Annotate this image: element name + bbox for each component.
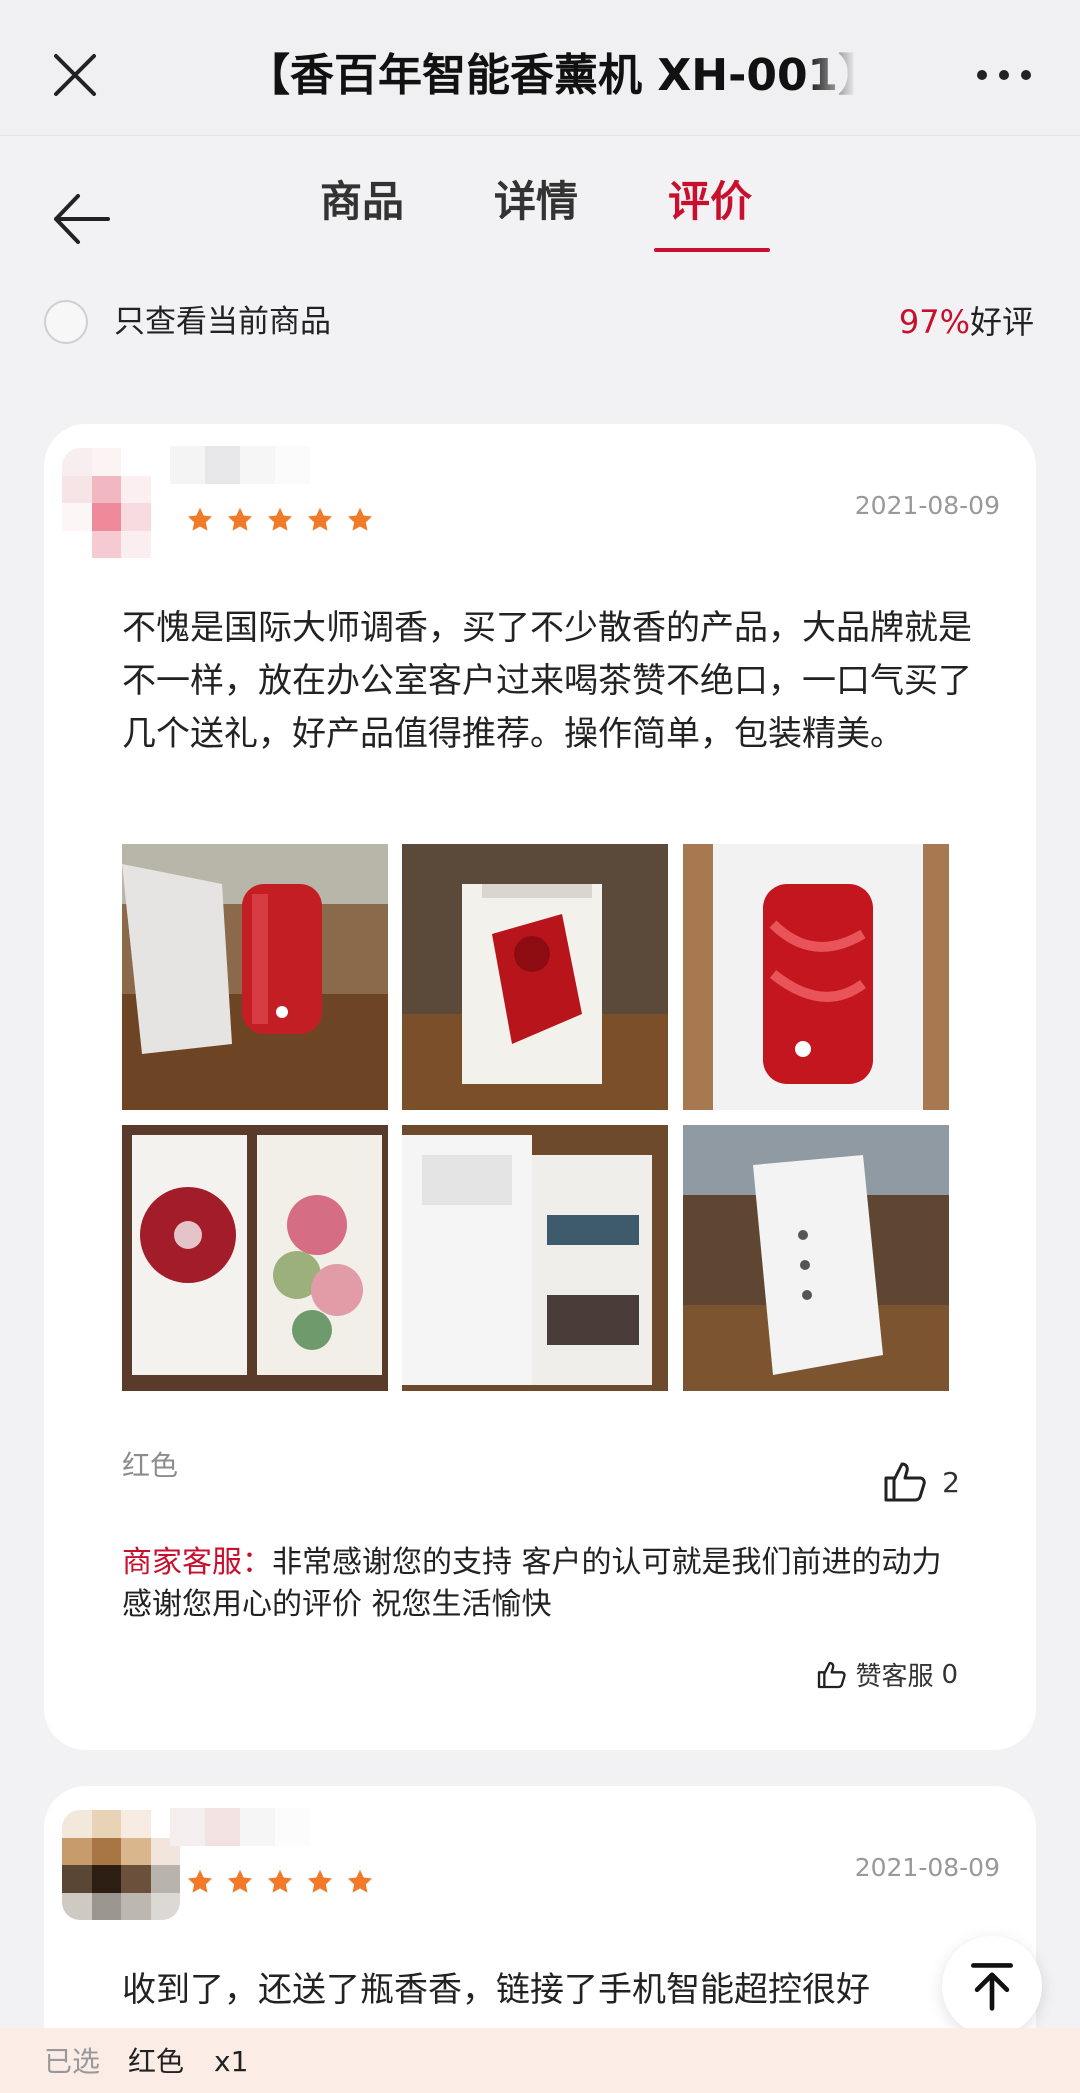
tab-bar: 商品 详情 评价	[0, 136, 1080, 266]
star-icon	[307, 1869, 333, 1893]
review-photo[interactable]	[402, 844, 668, 1110]
close-icon	[54, 54, 96, 96]
selection-quantity: x1	[214, 2045, 249, 2078]
page-title: 【香百年智能香薰机 XH-001】	[246, 50, 856, 101]
review-card: 2021-08-09 不愧是国际大师调香，买了不少散香的产品，大品牌就是不一样，…	[44, 424, 1036, 1750]
thumbs-up-icon	[884, 1462, 926, 1502]
review-filter: 只查看当前商品 97%好评	[0, 280, 1080, 370]
tab-details[interactable]: 详情	[494, 170, 578, 234]
star-icon	[307, 507, 333, 531]
like-service-button[interactable]: 赞客服 0	[815, 1656, 958, 1693]
avatar	[62, 1810, 180, 1920]
review-date: 2021-08-09	[854, 491, 1000, 520]
star-icon	[227, 1869, 253, 1893]
review-photo[interactable]	[122, 844, 388, 1110]
star-icon	[187, 1869, 213, 1893]
star-icon	[267, 1869, 293, 1893]
more-icon	[977, 70, 1031, 80]
review-text: 收到了，还送了瓶香香，链接了手机智能超控很好	[122, 1970, 870, 2010]
merchant-reply-label: 商家客服：	[122, 1545, 272, 1580]
selection-bar[interactable]: 已选 红色 x1	[0, 2028, 1080, 2093]
review-photos	[122, 844, 956, 1412]
like-count: 2	[942, 1465, 960, 1499]
merchant-reply: 商家客服：非常感谢您的支持 客户的认可就是我们前进的动力 感谢您用心的评价 祝您…	[122, 1542, 972, 1626]
like-service-count: 0	[941, 1659, 958, 1690]
review-variant: 红色	[122, 1449, 179, 1482]
back-to-top-button[interactable]	[942, 1936, 1042, 2036]
tab-reviews[interactable]: 评价	[668, 170, 752, 234]
review-photo[interactable]	[122, 1125, 388, 1391]
review-photo[interactable]	[683, 844, 949, 1110]
review-text: 不愧是国际大师调香，买了不少散香的产品，大品牌就是不一样，放在办公室客户过来喝茶…	[122, 608, 972, 754]
star-icon	[267, 507, 293, 531]
star-icon	[187, 507, 213, 531]
star-icon	[347, 1869, 373, 1893]
tab-product[interactable]: 商品	[320, 170, 404, 234]
star-rating	[186, 506, 374, 534]
close-button[interactable]	[48, 48, 102, 102]
good-rate-percent: 97%	[898, 303, 970, 341]
username-blurred	[170, 446, 310, 484]
only-current-product-label[interactable]: 只查看当前商品	[114, 298, 331, 346]
review-photo[interactable]	[683, 1125, 949, 1391]
good-rate-suffix: 好评	[969, 303, 1034, 341]
only-current-product-radio[interactable]	[44, 300, 88, 344]
good-rate: 97%好评	[899, 298, 1034, 346]
star-rating	[186, 1868, 374, 1896]
title-bar: 【香百年智能香薰机 XH-001】	[0, 0, 1080, 136]
selection-value: 红色	[128, 2045, 185, 2078]
avatar	[62, 448, 180, 558]
more-button[interactable]	[974, 60, 1034, 90]
star-icon	[227, 507, 253, 531]
arrow-up-icon	[971, 1963, 1013, 2011]
star-icon	[347, 507, 373, 531]
back-arrow-icon	[54, 194, 110, 244]
selection-label: 已选	[44, 2045, 101, 2078]
like-button[interactable]: 2	[880, 1458, 960, 1506]
back-button[interactable]	[50, 186, 116, 252]
active-tab-indicator	[654, 248, 770, 252]
thumbs-up-icon	[818, 1661, 847, 1688]
review-photo[interactable]	[402, 1125, 668, 1391]
review-date: 2021-08-09	[854, 1853, 1000, 1882]
like-service-label: 赞客服	[855, 1662, 934, 1692]
username-blurred	[170, 1808, 310, 1846]
